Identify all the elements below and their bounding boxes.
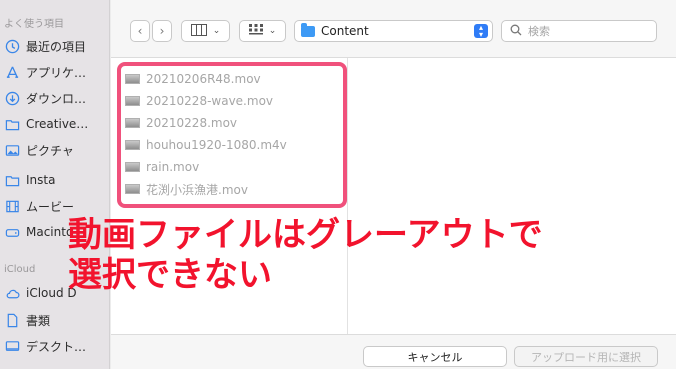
applications-icon	[4, 64, 20, 80]
sidebar-item-label: ムービー	[26, 199, 75, 214]
view-mode-button[interactable]: ⌄	[181, 20, 230, 42]
sidebar-item-label: デスクト…	[26, 339, 87, 354]
sidebar-item-applications[interactable]: アプリケ…	[4, 62, 108, 82]
sidebar: よく使う項目 最近の項目 アプリケ… ダウンロ… Creative… ピクチャ …	[0, 0, 110, 369]
sidebar-item-label: Macinto	[26, 225, 74, 239]
columns-view-icon	[190, 23, 207, 39]
sidebar-item-insta[interactable]: Insta	[4, 170, 108, 190]
sidebar-item-recents[interactable]: 最近の項目	[4, 36, 108, 56]
annotation-line-2: 選択できない	[68, 255, 272, 295]
search-icon	[510, 24, 522, 39]
film-icon	[4, 198, 20, 214]
highlight-box	[117, 62, 347, 208]
desktop-icon	[4, 338, 20, 354]
folder-icon	[301, 22, 315, 37]
chevron-down-icon: ⌄	[268, 26, 277, 36]
icloud-header: iCloud	[4, 264, 36, 275]
sidebar-item-label: アプリケ…	[26, 65, 87, 80]
sidebar-item-label: Creative…	[26, 117, 89, 131]
folder-icon	[4, 116, 20, 132]
bottom-bar: キャンセル アップロード用に選択	[111, 334, 676, 369]
sidebar-item-pictures[interactable]: ピクチャ	[4, 140, 108, 160]
sidebar-item-label: 最近の項目	[26, 39, 87, 54]
document-icon	[4, 312, 20, 328]
select-for-upload-button[interactable]: アップロード用に選択	[514, 346, 658, 367]
annotation-text: 動画ファイルはグレーアウトで 選択できない	[68, 215, 543, 295]
sidebar-item-label: Insta	[26, 173, 56, 187]
search-field[interactable]	[501, 20, 657, 42]
back-button[interactable]: ‹	[130, 20, 150, 42]
sidebar-item-label: ダウンロ…	[26, 91, 87, 106]
download-icon	[4, 90, 20, 106]
sidebar-item-creative[interactable]: Creative…	[4, 114, 108, 134]
group-button[interactable]: ⌄	[239, 20, 286, 42]
sidebar-item-desktop[interactable]: デスクト…	[4, 336, 108, 356]
sidebar-item-downloads[interactable]: ダウンロ…	[4, 88, 108, 108]
grid-icon	[248, 23, 263, 39]
toolbar: ‹ › ⌄ ⌄ Content ▴ ▾	[111, 0, 676, 58]
chevron-down-icon: ⌄	[212, 26, 221, 36]
clock-icon	[4, 38, 20, 54]
chevron-right-icon: ›	[159, 24, 165, 38]
folder-icon	[4, 172, 20, 188]
location-label: Content	[321, 24, 369, 38]
pictures-icon	[4, 142, 20, 158]
annotation-line-1: 動画ファイルはグレーアウトで	[68, 215, 543, 255]
forward-button[interactable]: ›	[152, 20, 172, 42]
location-popup[interactable]: Content ▴ ▾	[294, 20, 493, 42]
updown-chevron-icon: ▴ ▾	[474, 24, 488, 39]
search-input[interactable]	[528, 24, 638, 38]
cloud-icon	[4, 285, 20, 301]
sidebar-item-documents[interactable]: 書類	[4, 310, 108, 330]
sidebar-item-label: ピクチャ	[26, 143, 74, 158]
sidebar-item-movies[interactable]: ムービー	[4, 196, 108, 216]
drive-icon	[4, 224, 20, 240]
cancel-button[interactable]: キャンセル	[363, 346, 507, 367]
favorites-header: よく使う項目	[4, 19, 64, 30]
chevron-left-icon: ‹	[137, 24, 143, 38]
sidebar-item-label: 書類	[26, 313, 51, 328]
